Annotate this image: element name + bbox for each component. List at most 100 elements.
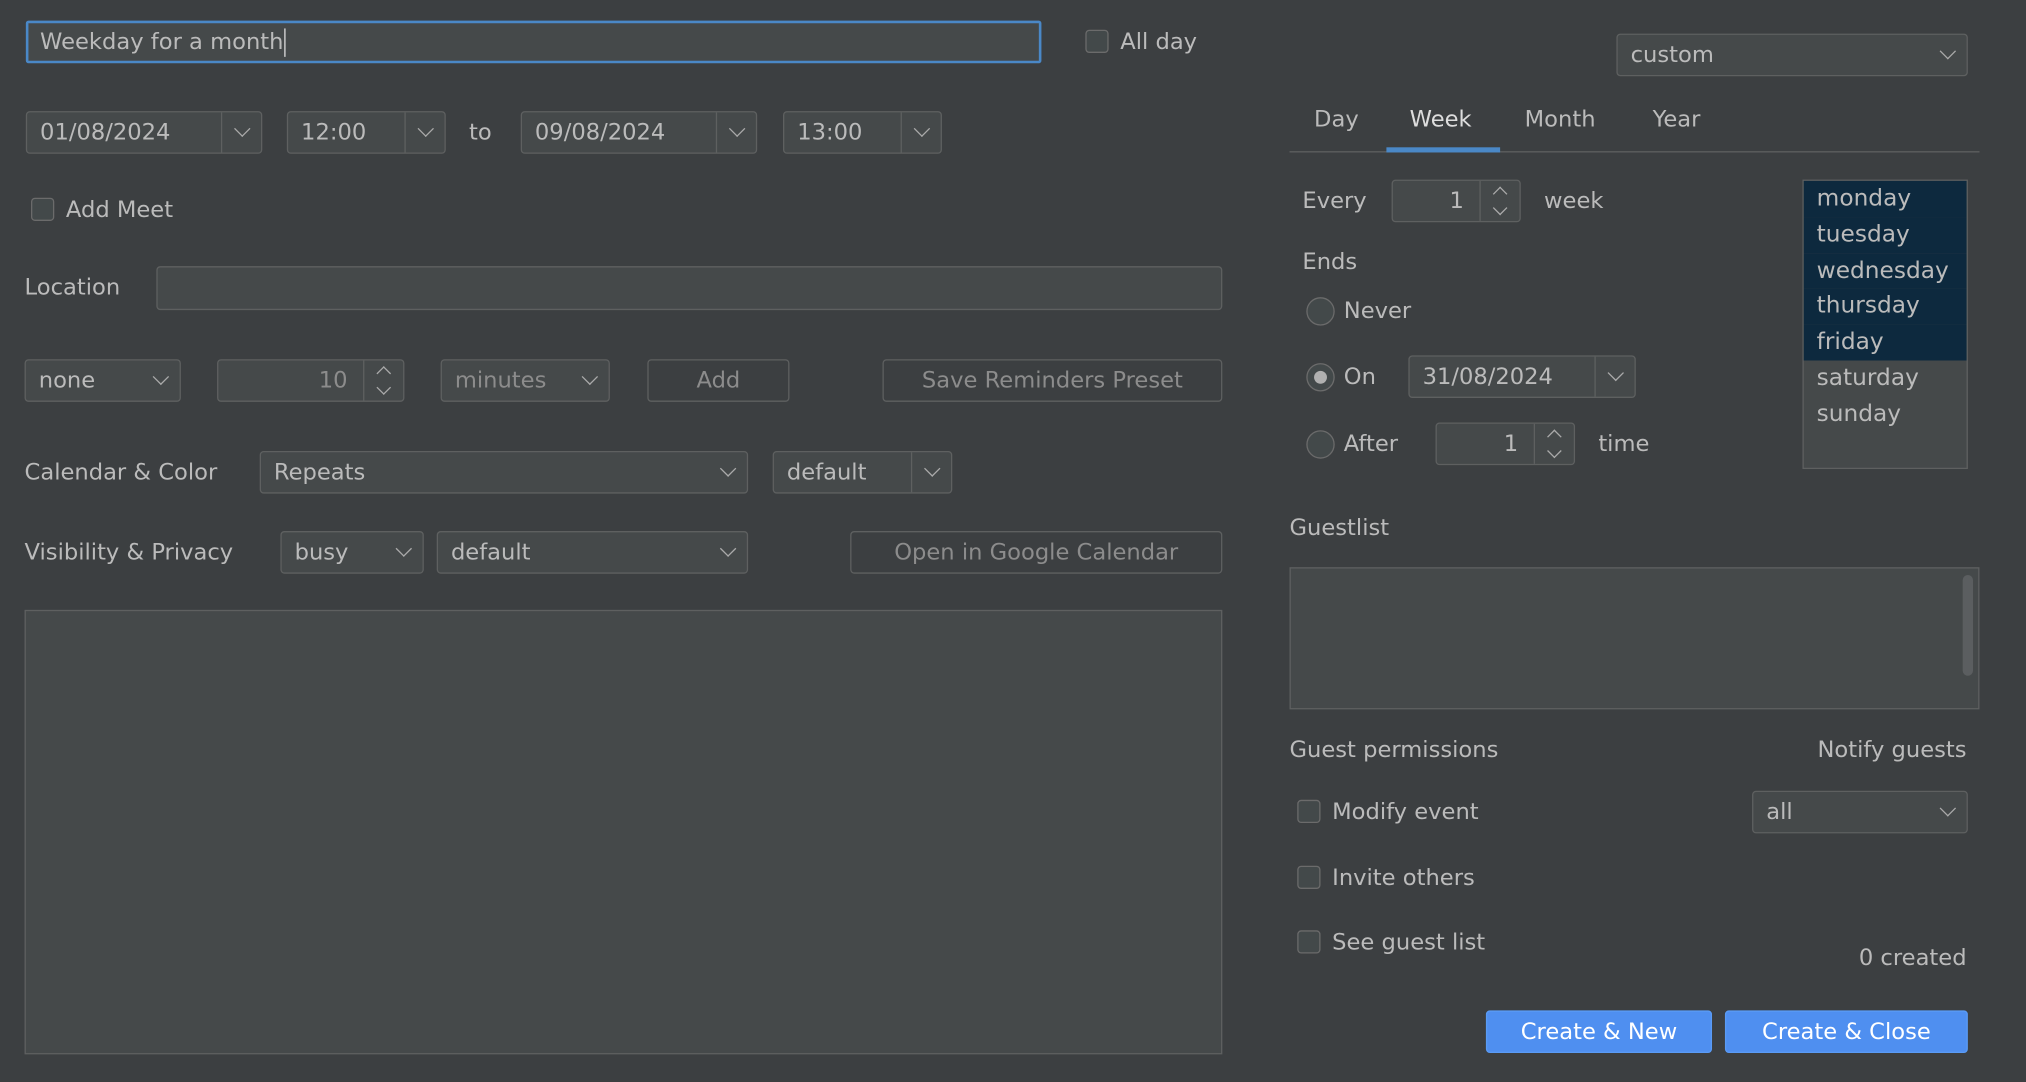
chevron-down-icon[interactable]	[716, 112, 756, 152]
reminder-unit-value: minutes	[442, 368, 570, 394]
event-dialog: Weekday for a month All day 01/08/2024 1…	[0, 0, 2026, 1081]
guestlist-label: Guestlist	[1290, 514, 1390, 542]
after-count-value: 1	[1437, 431, 1534, 457]
calendar-color-label: Calendar & Color	[25, 459, 218, 487]
after-unit-label: time	[1598, 430, 1649, 458]
every-unit-label: week	[1544, 187, 1603, 215]
location-label: Location	[25, 274, 121, 302]
start-date-value: 01/08/2024	[27, 120, 221, 146]
chevron-down-icon[interactable]	[911, 452, 951, 492]
invite-others-label: Invite others	[1332, 864, 1475, 892]
see-guest-list-checkbox[interactable]	[1297, 930, 1320, 953]
stepper-arrows-icon[interactable]	[363, 360, 403, 400]
open-google-calendar-button[interactable]: Open in Google Calendar	[850, 531, 1222, 574]
end-time-value: 13:00	[784, 120, 900, 146]
reminder-unit-dropdown[interactable]: minutes	[441, 359, 610, 402]
weekday-option-thursday[interactable]: thursday	[1804, 289, 1967, 325]
ends-after-radio[interactable]	[1306, 430, 1334, 458]
weekday-option-monday[interactable]: monday	[1804, 181, 1967, 217]
add-reminder-button[interactable]: Add	[647, 359, 789, 402]
modify-event-label: Modify event	[1332, 799, 1479, 827]
tab-month[interactable]: Month	[1525, 106, 1596, 134]
modify-event-checkbox[interactable]	[1297, 800, 1320, 823]
calendar-dropdown[interactable]: Repeats	[260, 451, 748, 494]
all-day-checkbox[interactable]	[1085, 30, 1108, 53]
chevron-down-icon	[1928, 35, 1967, 75]
description-textarea[interactable]	[25, 610, 1223, 1054]
reminder-amount-spinner[interactable]: 10	[217, 359, 404, 402]
notify-guests-dropdown[interactable]: all	[1752, 791, 1968, 834]
stepper-arrows-icon[interactable]	[1534, 424, 1574, 464]
notify-guests-label: Notify guests	[1818, 736, 1967, 764]
ends-on-label: On	[1344, 363, 1376, 391]
guestlist-textarea[interactable]	[1290, 567, 1980, 709]
add-meet-checkbox[interactable]	[31, 198, 54, 221]
ends-never-label: Never	[1344, 297, 1411, 325]
chevron-down-icon	[1928, 792, 1967, 832]
visibility-privacy-label: Visibility & Privacy	[25, 539, 234, 567]
weekday-option-friday[interactable]: friday	[1804, 325, 1967, 361]
availability-dropdown[interactable]: busy	[280, 531, 423, 574]
ends-after-label: After	[1344, 430, 1398, 458]
ends-on-date-value: 31/08/2024	[1410, 364, 1595, 390]
ends-on-date-picker[interactable]: 31/08/2024	[1408, 355, 1635, 398]
calendar-value: Repeats	[261, 459, 708, 485]
all-day-label: All day	[1120, 28, 1197, 56]
stepper-arrows-icon[interactable]	[1479, 181, 1519, 221]
weekday-option-tuesday[interactable]: tuesday	[1804, 217, 1967, 253]
chevron-down-icon	[141, 360, 180, 400]
title-input[interactable]: Weekday for a month	[26, 21, 1042, 64]
ends-label: Ends	[1302, 248, 1357, 276]
reminder-method-value: none	[26, 368, 141, 394]
weekday-list[interactable]: mondaytuesdaywednesdaythursdayfridaysatu…	[1802, 180, 1967, 469]
to-label: to	[469, 119, 492, 147]
add-meet-label: Add Meet	[66, 196, 173, 224]
created-count: 0 created	[1859, 945, 1967, 973]
start-date-picker[interactable]: 01/08/2024	[26, 111, 262, 154]
tab-day[interactable]: Day	[1314, 106, 1359, 134]
title-text: Weekday for a month	[40, 29, 283, 55]
invite-others-checkbox[interactable]	[1297, 866, 1320, 889]
color-dropdown[interactable]: default	[773, 451, 953, 494]
guestlist-scrollbar[interactable]	[1963, 575, 1973, 676]
tab-week[interactable]: Week	[1410, 106, 1472, 134]
start-time-value: 12:00	[288, 120, 404, 146]
guest-permissions-label: Guest permissions	[1290, 736, 1499, 764]
active-tab-underline	[1386, 147, 1500, 152]
tab-year[interactable]: Year	[1653, 106, 1701, 134]
reminder-amount-value: 10	[218, 368, 363, 394]
color-value: default	[774, 459, 911, 485]
recurrence-preset-value: custom	[1618, 42, 1928, 68]
end-date-value: 09/08/2024	[522, 120, 716, 146]
ends-never-radio[interactable]	[1306, 297, 1334, 325]
chevron-down-icon	[570, 360, 609, 400]
location-input[interactable]	[156, 266, 1222, 310]
chevron-down-icon[interactable]	[404, 112, 444, 152]
weekday-option-wednesday[interactable]: wednesday	[1804, 253, 1967, 289]
chevron-down-icon[interactable]	[1594, 357, 1634, 397]
save-reminders-preset-button[interactable]: Save Reminders Preset	[882, 359, 1222, 402]
end-time-picker[interactable]: 13:00	[783, 111, 942, 154]
weekday-option-saturday[interactable]: saturday	[1804, 360, 1967, 396]
notify-guests-value: all	[1753, 799, 1927, 825]
chevron-down-icon	[708, 452, 747, 492]
availability-value: busy	[282, 539, 384, 565]
privacy-value: default	[438, 539, 708, 565]
start-time-picker[interactable]: 12:00	[287, 111, 446, 154]
chevron-down-icon[interactable]	[901, 112, 941, 152]
reminder-method-dropdown[interactable]: none	[25, 359, 181, 402]
ends-on-radio[interactable]	[1306, 363, 1334, 391]
chevron-down-icon[interactable]	[221, 112, 261, 152]
after-count-spinner[interactable]: 1	[1436, 423, 1576, 466]
privacy-dropdown[interactable]: default	[437, 531, 748, 574]
end-date-picker[interactable]: 09/08/2024	[521, 111, 757, 154]
every-value: 1	[1393, 188, 1480, 214]
weekday-option-sunday[interactable]: sunday	[1804, 396, 1967, 432]
text-cursor	[285, 28, 286, 56]
create-close-button[interactable]: Create & Close	[1725, 1010, 1968, 1053]
chevron-down-icon	[708, 532, 747, 572]
every-spinner[interactable]: 1	[1392, 180, 1521, 223]
create-new-button[interactable]: Create & New	[1486, 1010, 1712, 1053]
see-guest-list-label: See guest list	[1332, 929, 1485, 957]
recurrence-preset-dropdown[interactable]: custom	[1616, 34, 1967, 77]
